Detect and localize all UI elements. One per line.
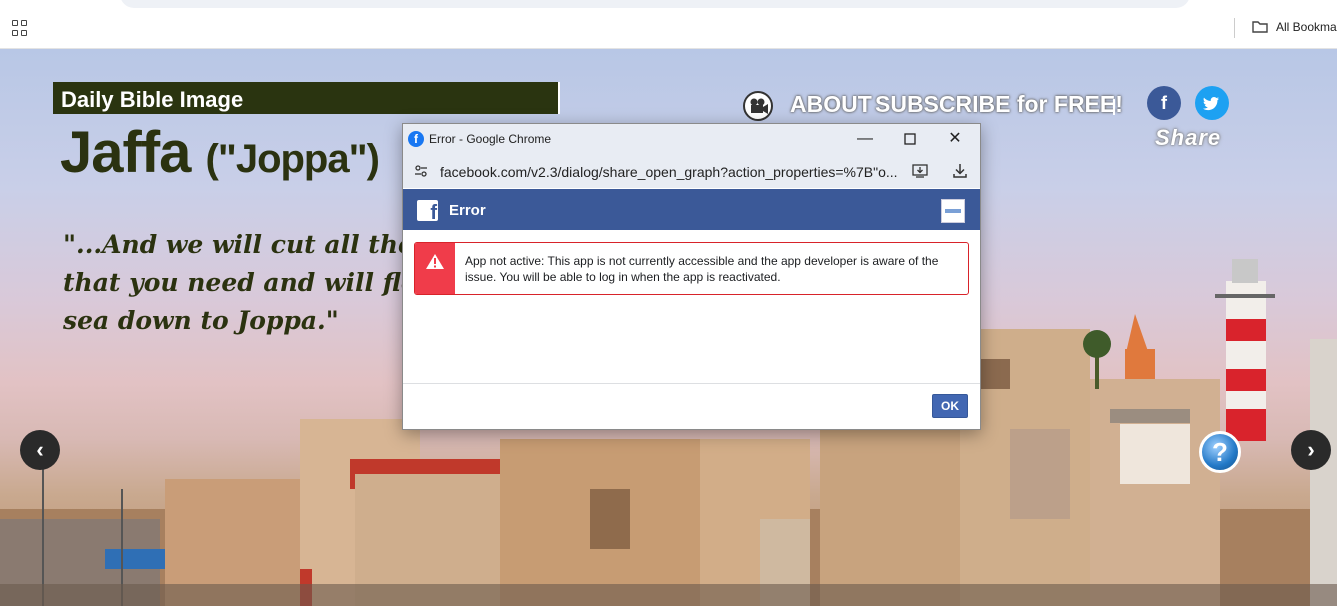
daily-bible-image-banner: Daily Bible Image — [53, 82, 560, 114]
popup-url[interactable]: facebook.com/v2.3/dialog/share_open_grap… — [440, 164, 898, 180]
app-thumbnail — [941, 199, 965, 223]
subscribe-link[interactable]: SUBSCRIBE for FREE! — [875, 91, 1123, 118]
about-link[interactable]: ABOUT — [790, 91, 872, 118]
scripture-quote: "...And we will cut all the logs j that … — [63, 226, 500, 340]
download-icon[interactable] — [952, 163, 968, 179]
close-icon[interactable]: ✕ — [945, 129, 965, 149]
facebook-logo-icon: f — [417, 200, 438, 221]
title-main: Jaffa — [60, 120, 191, 185]
quote-line: that you need and will float the — [63, 268, 500, 297]
install-app-icon[interactable] — [912, 164, 928, 178]
facebook-dialog-header: f Error — [403, 189, 980, 230]
facebook-share-icon[interactable]: f — [1147, 86, 1181, 120]
warning-icon — [415, 243, 455, 294]
apps-grid-icon[interactable] — [12, 20, 28, 36]
nav-separator — [1113, 99, 1115, 115]
chevron-left-icon[interactable]: ‹ — [20, 430, 60, 470]
popup-window-title: Error - Google Chrome — [429, 132, 552, 146]
error-message-box: App not active: This app is not currentl… — [414, 242, 969, 295]
dialog-footer-divider — [403, 383, 980, 384]
address-bar[interactable] — [120, 0, 1190, 8]
page-title: Jaffa ("Joppa") — [60, 119, 380, 186]
bookmarks-separator — [1234, 18, 1235, 38]
minimize-icon[interactable]: — — [855, 129, 875, 149]
error-message-text: App not active: This app is not currentl… — [465, 254, 939, 284]
all-bookmarks-link[interactable]: All Bookma — [1276, 20, 1337, 34]
facebook-favicon-icon: f — [408, 131, 424, 147]
twitter-share-icon[interactable] — [1195, 86, 1229, 120]
quote-line: "...And we will cut all the logs j — [63, 230, 499, 259]
maximize-icon[interactable] — [900, 129, 920, 149]
question-mark-icon[interactable]: ? — [1199, 431, 1241, 473]
popup-titlebar[interactable]: f Error - Google Chrome — ✕ — [403, 124, 980, 154]
quote-line: sea down to Joppa." — [63, 306, 339, 335]
error-popup-window: f Error - Google Chrome — ✕ facebook.com… — [402, 123, 981, 430]
chevron-right-icon[interactable]: › — [1291, 430, 1331, 470]
video-camera-icon[interactable] — [743, 91, 773, 121]
folder-icon — [1252, 21, 1268, 33]
browser-toolbar: All Bookma — [0, 0, 1337, 49]
ok-button[interactable]: OK — [932, 394, 968, 418]
banner-label: Daily Bible Image — [61, 87, 244, 112]
site-info-icon[interactable] — [414, 164, 428, 178]
dialog-title: Error — [449, 202, 486, 219]
share-label: Share — [1155, 125, 1222, 150]
title-subtitle: ("Joppa") — [205, 137, 380, 181]
popup-url-bar: facebook.com/v2.3/dialog/share_open_grap… — [403, 154, 980, 188]
